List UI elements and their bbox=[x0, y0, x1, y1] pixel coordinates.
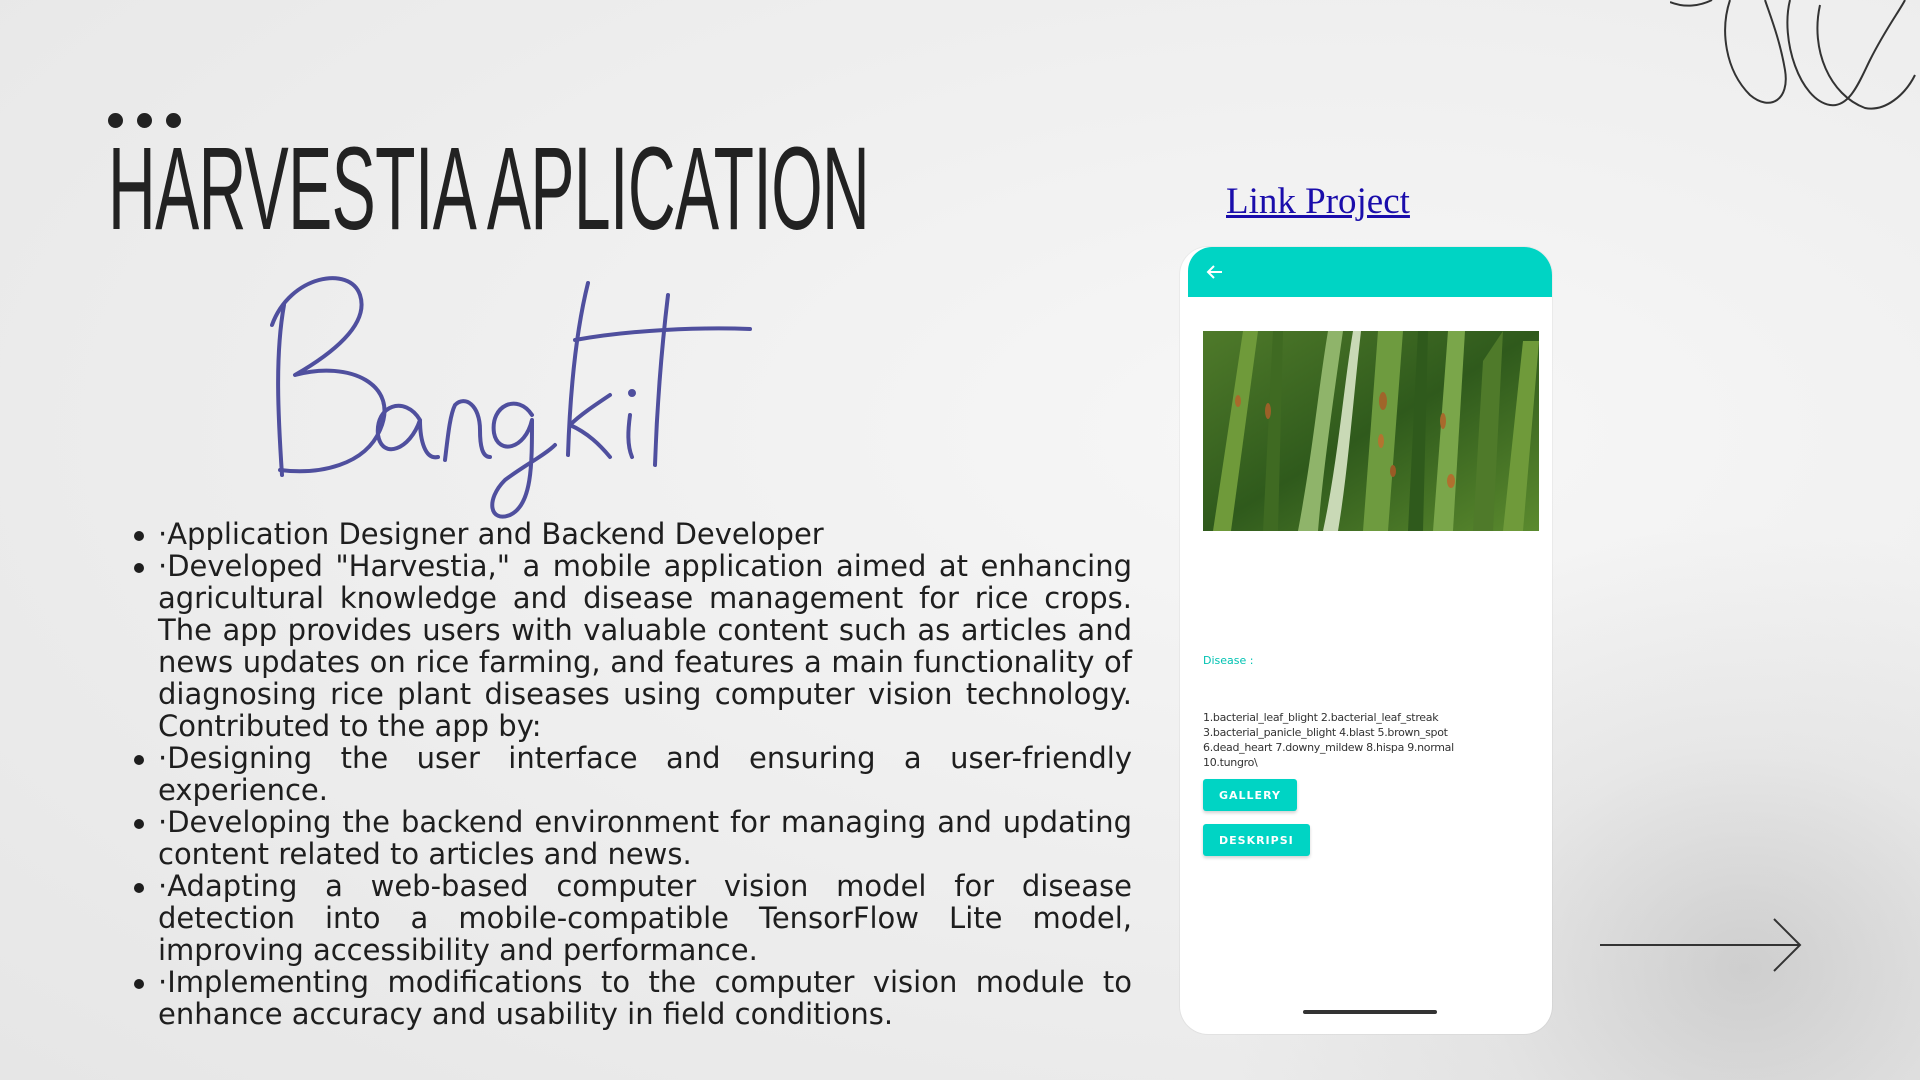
disease-list-text: 1.bacterial_leaf_blight 2.bacterial_leaf… bbox=[1203, 711, 1454, 769]
list-item: ·Developed "Harvestia," a mobile applica… bbox=[122, 550, 1132, 742]
deskripsi-button[interactable]: DESKRIPSI bbox=[1203, 824, 1310, 856]
responsibilities-list: ·Application Designer and Backend Develo… bbox=[122, 518, 1132, 1030]
home-indicator bbox=[1303, 1010, 1437, 1014]
gallery-button[interactable]: GALLERY bbox=[1203, 779, 1297, 811]
rice-leaf-photo bbox=[1203, 331, 1539, 531]
list-item: ·Developing the backend environment for … bbox=[122, 806, 1132, 870]
list-item: ·Implementing modifications to the compu… bbox=[122, 966, 1132, 1030]
list-item: ·Designing the user interface and ensuri… bbox=[122, 742, 1132, 806]
phone-mockup: Disease : 1.bacterial_leaf_blight 2.bact… bbox=[1180, 247, 1552, 1034]
arrow-left-icon[interactable] bbox=[1205, 262, 1225, 282]
app-bar bbox=[1188, 247, 1552, 297]
page-title: HARVESTIA APLICATION bbox=[108, 123, 870, 255]
bangkit-script-logo bbox=[270, 276, 752, 519]
list-item: ·Application Designer and Backend Develo… bbox=[122, 518, 1132, 550]
arrow-right-icon[interactable] bbox=[1598, 915, 1804, 975]
link-project[interactable]: Link Project bbox=[1226, 180, 1410, 223]
disease-label: Disease : bbox=[1203, 654, 1254, 667]
decorative-doodle bbox=[1670, 0, 1916, 110]
list-item: ·Adapting a web-based computer vision mo… bbox=[122, 870, 1132, 966]
